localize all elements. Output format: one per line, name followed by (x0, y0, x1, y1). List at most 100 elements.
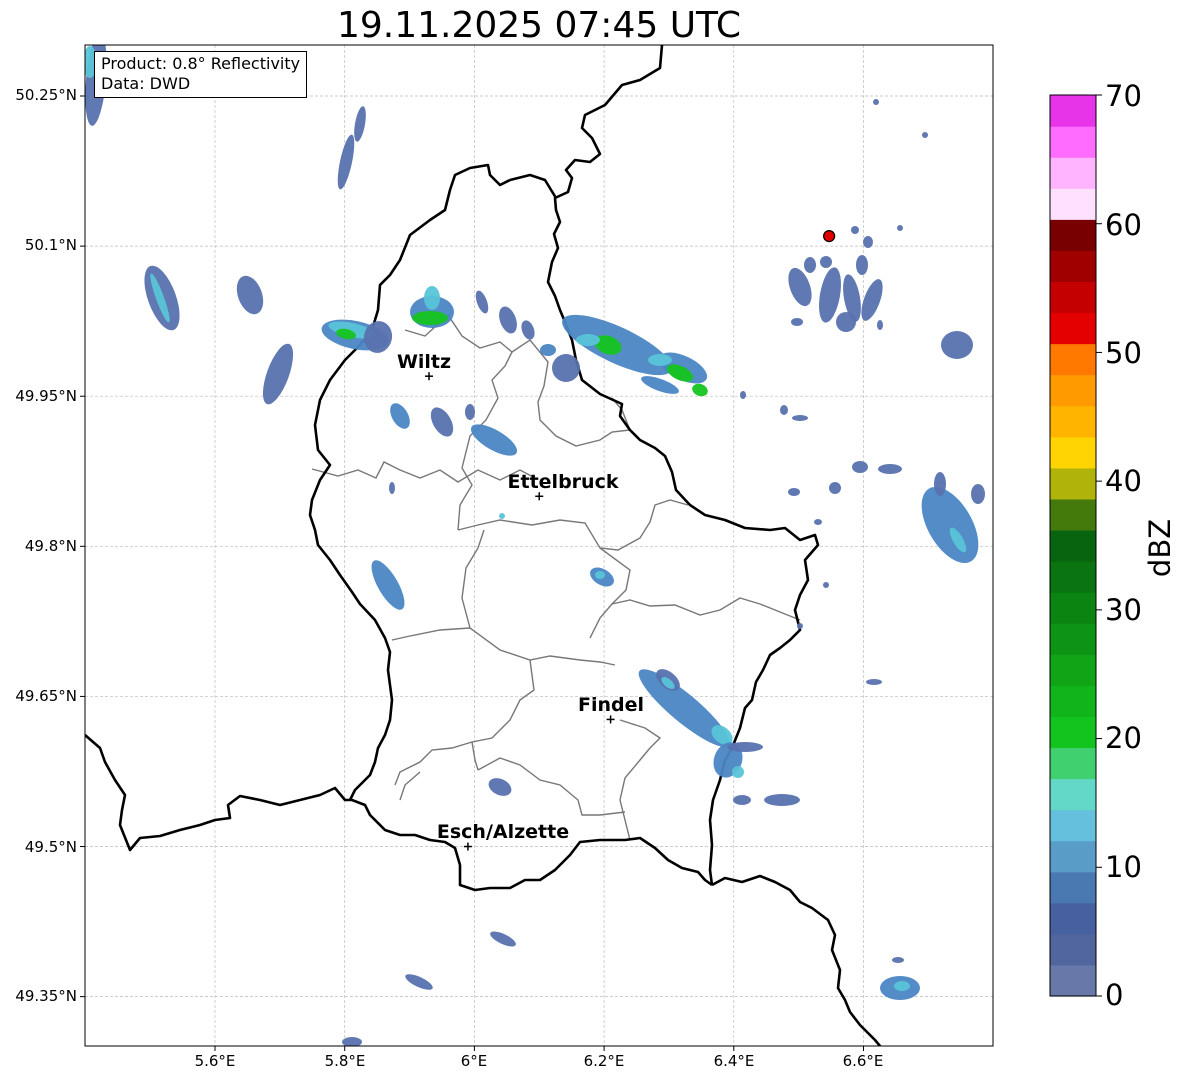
radar-echo-cell (797, 623, 803, 629)
radar-echo-cell (732, 766, 744, 778)
radar-echo-cell (866, 679, 882, 685)
radar-echo-cell (499, 513, 505, 519)
info-box: Product: 0.8° Reflectivity Data: DWD (94, 51, 308, 98)
radar-echo-cell (820, 256, 832, 268)
country-borders (85, 45, 881, 1046)
radar-echo-cell (412, 311, 448, 325)
colorbar-segment (1050, 467, 1096, 500)
lat-tick-label: 49.5°N (24, 838, 77, 856)
colorbar-segment (1050, 964, 1096, 997)
colorbar-segment (1050, 343, 1096, 376)
radar-echoes (85, 45, 985, 1046)
colorbar-segment (1050, 933, 1096, 966)
radar-echo-cell (814, 519, 822, 525)
radar-echo-cell (488, 778, 512, 796)
lon-tick-label: 5.8°E (324, 1052, 366, 1070)
radar-echo-cell (552, 354, 580, 382)
radar-echo-cell (780, 405, 788, 415)
grid-lines (85, 45, 993, 1046)
colorbar-segment (1050, 188, 1096, 220)
colorbar-tick-label: 30 (1105, 593, 1142, 627)
radar-echo-cell (490, 931, 516, 947)
lon-tick-label: 6.6°E (842, 1052, 884, 1070)
radar-echo-cell (521, 320, 535, 340)
radar-echo-cell (836, 312, 856, 332)
colorbar-segment (1050, 716, 1096, 749)
radar-echo-cell (475, 290, 489, 314)
radar-echo-cell (851, 226, 859, 234)
colorbar-segment (1050, 219, 1096, 251)
radar-echo-cell (941, 331, 973, 359)
radar-echo-cell (354, 106, 366, 142)
colorbar-tick-label: 40 (1105, 464, 1142, 498)
radar-echo-cell (424, 286, 440, 310)
radar-map (80, 44, 1102, 1051)
radar-echo-cell (764, 794, 800, 806)
colorbar-segment (1050, 95, 1096, 127)
radar-echo-cell (894, 981, 910, 991)
radar-echo-cell (465, 404, 475, 420)
radar-site-marker (823, 229, 836, 243)
lat-tick-label: 49.65°N (15, 687, 77, 705)
radar-echo-cell (499, 306, 517, 334)
plot-frame (84, 44, 994, 1047)
colorbar-tick-label: 0 (1105, 978, 1124, 1012)
lat-tick-label: 50.1°N (24, 236, 77, 254)
radar-echo-cell (863, 236, 873, 248)
data-source-text: Data: DWD (101, 74, 191, 93)
radar-echo-cell (804, 257, 816, 273)
radar-echo-cell (791, 318, 803, 326)
city-label-findel: Findel (577, 694, 645, 716)
radar-echo-cell (740, 391, 746, 399)
lon-tick-label: 6°E (460, 1052, 488, 1070)
lon-tick-label: 5.6°E (194, 1052, 236, 1070)
colorbar-segment (1050, 312, 1096, 345)
colorbar-tick-label: 70 (1105, 79, 1142, 113)
colorbar-segment (1050, 529, 1096, 562)
radar-echo-cell (856, 255, 868, 275)
radar-echo-cell (236, 275, 264, 315)
colorbar-segment (1050, 747, 1096, 780)
radar-echo-cell (922, 132, 928, 138)
radar-echo-cell (648, 354, 672, 366)
radar-echo-cell (390, 403, 410, 429)
radar-echo-cell (971, 484, 985, 504)
radar-echo-cell (540, 344, 556, 356)
colorbar-segment (1050, 871, 1096, 904)
colorbar-segment (1050, 623, 1096, 655)
lat-tick-label: 49.8°N (24, 537, 77, 555)
colorbar (1049, 94, 1102, 997)
radar-echo-cell (576, 334, 600, 346)
colorbar-segment (1050, 778, 1096, 811)
colorbar-segment (1050, 281, 1096, 314)
lon-tick-label: 6.4°E (713, 1052, 755, 1070)
colorbar-tick-label: 50 (1105, 336, 1142, 370)
colorbar-segment (1050, 809, 1096, 842)
city-label-wiltz: Wiltz (396, 351, 452, 373)
lat-tick-label: 49.35°N (15, 987, 77, 1005)
lat-tick-label: 49.95°N (15, 387, 77, 405)
radar-echo-cell (934, 472, 946, 496)
colorbar-segment (1050, 561, 1096, 593)
radar-echo-cell (861, 279, 883, 321)
colorbar-tick-label: 60 (1105, 208, 1142, 242)
radar-echo-cell (733, 795, 751, 805)
colorbar-segment (1050, 902, 1096, 935)
radar-echo-cell (430, 407, 454, 437)
radar-echo-cell (792, 415, 808, 421)
colorbar-tick-label: 10 (1105, 850, 1142, 884)
colorbar-segment (1050, 592, 1096, 624)
colorbar-tick-label: 20 (1105, 721, 1142, 755)
radar-echo-cell (389, 482, 395, 494)
radar-echo-cell (727, 742, 763, 752)
radar-echo-cell (823, 582, 829, 588)
colorbar-segment (1050, 498, 1096, 531)
radar-echo-cell (405, 974, 433, 990)
radar-echo-cell (788, 488, 800, 496)
radar-echo-cell (595, 571, 605, 579)
radar-echo-cell (852, 461, 868, 473)
product-text: Product: 0.8° Reflectivity (101, 54, 301, 73)
radar-echo-cell (897, 225, 903, 231)
radar-echo-cell (337, 134, 355, 190)
lat-tick-label: 50.25°N (15, 86, 77, 104)
